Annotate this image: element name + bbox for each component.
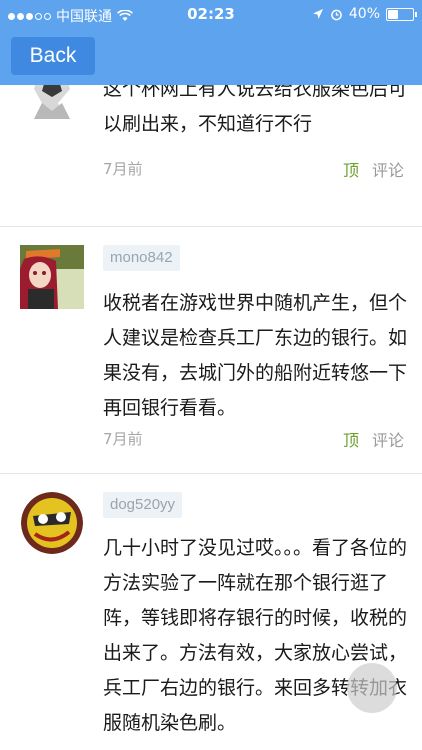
reply-button[interactable]: 评论 xyxy=(372,427,404,451)
comment-item: mono842 收税者在游戏世界中随机产生，但个人建议是检查兵工厂东边的银行。如… xyxy=(0,227,422,473)
user-avatar xyxy=(20,85,84,119)
username-label[interactable]: dog520yy xyxy=(103,492,183,518)
post-time: 7月前 xyxy=(103,160,143,178)
user-avatar xyxy=(21,492,83,554)
navigation-bar: Back xyxy=(0,28,422,85)
battery-fill xyxy=(388,9,398,19)
status-bar: 中国联通 02:23 40% xyxy=(0,0,422,28)
status-right: 40% xyxy=(312,6,417,22)
comment-item: 这个杯网上有人说去给衣服染色后可以刷出来，不知道行不行 7月前 顶 评论 xyxy=(0,85,422,225)
back-button[interactable]: Back xyxy=(11,37,95,75)
username-label[interactable]: mono842 xyxy=(103,245,180,271)
upvote-button[interactable]: 顶 xyxy=(343,427,359,451)
post-time: 7月前 xyxy=(103,430,143,448)
alarm-icon xyxy=(331,9,342,20)
upvote-button[interactable]: 顶 xyxy=(343,157,359,181)
comment-text: 这个杯网上有人说去给衣服染色后可以刷出来，不知道行不行 xyxy=(103,85,408,135)
battery-icon xyxy=(386,7,417,21)
user-avatar xyxy=(20,245,84,309)
comment-list[interactable]: 这个杯网上有人说去给衣服染色后可以刷出来，不知道行不行 7月前 顶 评论 mon… xyxy=(0,85,422,750)
location-arrow-icon xyxy=(312,9,323,19)
reply-button[interactable]: 评论 xyxy=(372,157,404,181)
floating-action-button[interactable] xyxy=(347,663,397,713)
battery-percent: 40% xyxy=(348,6,380,22)
comment-text: 收税者在游戏世界中随机产生，但个人建议是检查兵工厂东边的银行。如果没有，去城门外… xyxy=(103,292,408,419)
